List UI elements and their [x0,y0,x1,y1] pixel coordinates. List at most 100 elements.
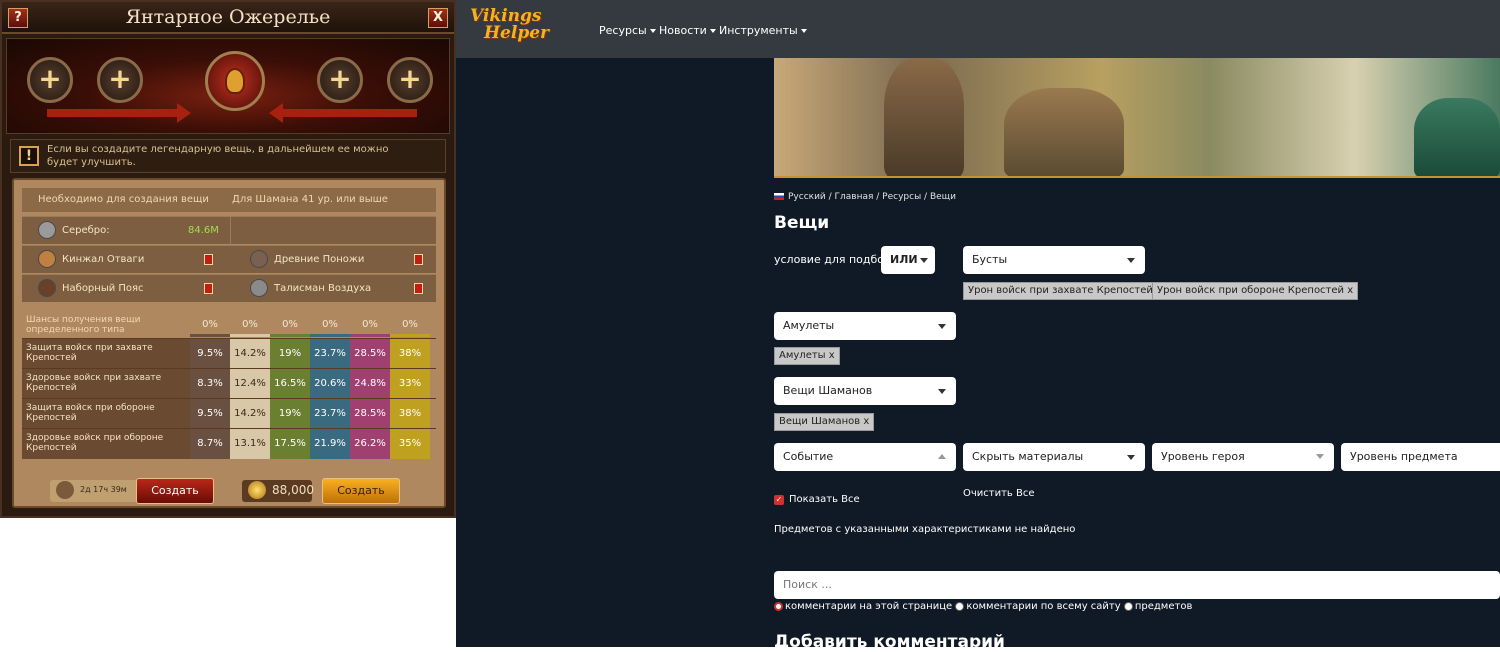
caret-down-icon [709,29,716,33]
chance-cell: 23.7% [310,339,350,369]
add-slot-4[interactable]: + [387,57,433,103]
show-all-checkbox[interactable]: ✓ [774,495,784,505]
select-value: Амулеты [783,319,835,332]
chance-cell: 19% [270,339,310,369]
shaman-items-select[interactable]: Вещи Шаманов [774,377,956,405]
boosts-select[interactable]: Бусты [963,246,1145,274]
show-all-label: Показать Все [789,494,860,505]
amber-necklace-icon [225,68,245,94]
caret-down-icon [800,29,807,33]
hide-materials-select[interactable]: Скрыть материалы [963,443,1145,471]
rarity-color-strip [270,334,310,337]
chances-header: Шансы получения вещи определенного типа … [22,314,436,337]
chance-cell: 14.2% [230,339,270,369]
nav-resources[interactable]: Ресурсы [599,24,656,37]
chance-row: Защита войск при обороне Крепостей 9.5% 14… [22,398,436,429]
condition-value: ИЛИ [890,253,918,266]
chance-cell: 38% [390,399,430,429]
silver-value: 84.6M [188,225,219,236]
add-slot-1[interactable]: + [27,57,73,103]
warrior-figure [884,58,964,176]
arrowhead-left-icon [269,103,283,123]
no-results-message: Предметов с указанными характеристиками … [774,524,1076,535]
material-item[interactable]: Кинжал Отваги [38,246,144,274]
close-button[interactable]: X [428,8,448,28]
chance-cell: 14.2% [230,399,270,429]
chance-cell: 17.5% [270,429,310,459]
breadcrumb-lang[interactable]: Русский [788,192,826,202]
chance-cell: 38% [390,339,430,369]
caret-down-icon [1127,455,1135,460]
radio-this-page[interactable] [774,601,783,611]
chance-cell: 9.5% [190,399,230,429]
clear-all-link[interactable]: Очистить Все [963,488,1035,499]
missing-mark-icon [414,254,423,265]
gold-value: 88,000 [272,483,314,497]
item-level-select[interactable]: Уровень предмета [1341,443,1500,471]
caret-down-icon [938,324,946,329]
material-item[interactable]: Талисман Воздуха [250,275,371,303]
boost-tag[interactable]: Урон войск при обороне Крепостей x [1152,282,1359,300]
chance-row: Здоровье войск при захвате Крепостей 8.3%… [22,368,436,399]
radio-label: комментарии на этой странице [785,601,953,612]
caret-down-icon [920,258,928,263]
amulets-select[interactable]: Амулеты [774,312,956,340]
condition-select[interactable]: ИЛИ [881,246,935,274]
shaman-items-tag[interactable]: Вещи Шаманов x [774,413,875,431]
craft-timer-group: 2д 17ч 39м Создать [50,478,240,504]
chance-cell: 23.7% [310,399,350,429]
material-label: Древние Поножи [274,254,365,265]
breadcrumb: Русский / Главная / Ресурсы / Вещи [774,192,956,202]
site-logo[interactable]: Vikings Helper [470,8,549,42]
logo-line-2: Helper [484,23,549,43]
crafting-window: ? Янтарное Ожерелье X + + + + ! Если вы … [0,0,456,518]
material-label: Талисман Воздуха [274,283,372,294]
material-item[interactable]: Наборный Пояс [38,275,144,303]
add-slot-2[interactable]: + [97,57,143,103]
material-label: Кинжал Отваги [62,254,145,265]
result-item-slot[interactable] [205,51,265,111]
add-comment-heading: Добавить комментарий [774,632,1005,652]
hero-level-select[interactable]: Уровень героя [1152,443,1334,471]
caret-down-icon [1316,454,1324,459]
requirements-title: Необходимо для создания вещи [38,194,209,205]
radio-label: комментарии по всему сайту [966,601,1121,612]
legendary-notice: ! Если вы создадите легендарную вещь, в … [10,139,446,173]
chance-col: 0% [322,319,338,330]
chance-cell: 12.4% [230,369,270,399]
event-select[interactable]: Событие [774,443,956,471]
nav-news[interactable]: Новости [659,24,716,37]
chance-row-name: Защита войск при захвате Крепостей [22,339,190,369]
help-button[interactable]: ? [8,8,28,28]
chance-cell: 28.5% [350,339,390,369]
banner-flag [1414,98,1500,176]
material-item[interactable]: Древние Поножи [250,246,364,274]
forge-area: + + + + [6,38,450,134]
rarity-color-strip [190,334,230,337]
chance-cell: 19% [270,399,310,429]
create-with-gold-button[interactable]: Создать [322,478,400,504]
create-button[interactable]: Создать [136,478,214,504]
talisman-icon [250,279,268,297]
breadcrumb-path[interactable]: / Главная / Ресурсы / Вещи [826,192,956,202]
vikings-helper-site: Vikings Helper Ресурсы Новости Инструмен… [456,0,1500,652]
silver-label: Серебро: [62,225,110,236]
rarity-color-strip [390,334,430,337]
nav-label: Новости [659,24,707,37]
rarity-color-strip [350,334,390,337]
radio-whole-site[interactable] [955,601,965,611]
requirements-level: Для Шамана 41 ур. или выше [232,194,388,205]
search-input[interactable]: Поиск ... [774,571,1500,599]
nav-tools[interactable]: Инструменты [719,24,807,37]
caret-down-icon [1127,258,1135,263]
amulets-tag[interactable]: Амулеты x [774,347,840,365]
boost-tag[interactable]: Урон войск при захвате Крепостей x [963,282,1167,300]
materials-row-2: Наборный Пояс Талисман Воздуха [22,274,436,302]
chance-cell: 21.9% [310,429,350,459]
add-slot-3[interactable]: + [317,57,363,103]
select-value: Скрыть материалы [972,450,1084,463]
chance-row-name: Здоровье войск при обороне Крепостей [22,429,190,459]
radio-items[interactable] [1123,601,1133,611]
chance-cell: 35% [390,429,430,459]
navbar: Vikings Helper Ресурсы Новости Инструмен… [456,0,1500,58]
